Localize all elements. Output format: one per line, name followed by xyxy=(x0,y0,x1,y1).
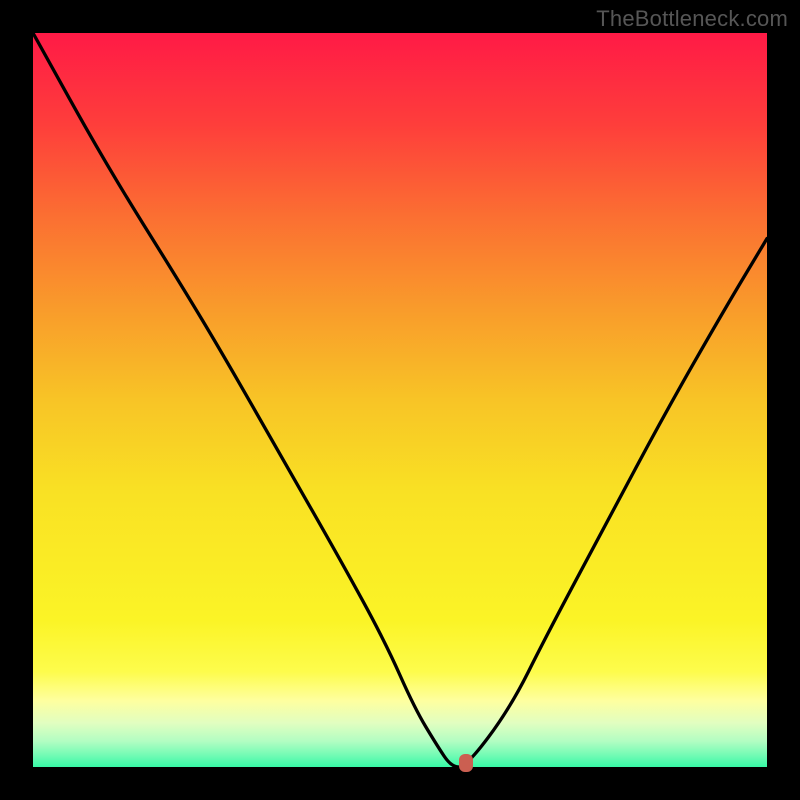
bottleneck-curve xyxy=(33,33,767,767)
plot-area xyxy=(33,33,767,767)
watermark-text: TheBottleneck.com xyxy=(596,6,788,32)
curve-layer xyxy=(33,33,767,767)
optimal-marker xyxy=(459,754,473,772)
